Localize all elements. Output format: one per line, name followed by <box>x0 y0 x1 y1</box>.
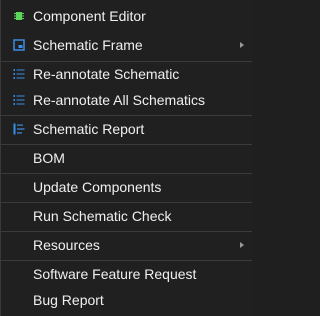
menu-item-label: Re-annotate Schematic <box>33 66 180 82</box>
menu-item-label: Schematic Frame <box>33 37 143 53</box>
frame-icon <box>13 39 25 51</box>
menu-item-label: Software Feature Request <box>33 266 197 282</box>
menu-item-label: Bug Report <box>33 292 104 308</box>
menu-item-reannotate-all-schematics[interactable]: Re-annotate All Schematics <box>1 88 252 112</box>
menu-item-label: Component Editor <box>33 8 146 24</box>
menu-item-label: Re-annotate All Schematics <box>33 92 205 108</box>
context-menu: Component Editor Schematic Frame Re-anno… <box>0 0 252 316</box>
submenu-arrow-icon <box>240 42 244 48</box>
menu-item-label: Update Components <box>33 179 162 195</box>
separator <box>1 231 252 232</box>
report-list-icon <box>13 123 25 135</box>
menu-item-component-editor[interactable]: Component Editor <box>1 4 252 28</box>
numbered-list-icon <box>13 69 25 79</box>
submenu-arrow-icon <box>240 242 244 248</box>
separator <box>1 144 252 145</box>
menu-item-reannotate-schematic[interactable]: Re-annotate Schematic <box>1 62 252 86</box>
menu-item-update-components[interactable]: Update Components <box>1 175 252 199</box>
menu-item-schematic-report[interactable]: Schematic Report <box>1 117 252 141</box>
menu-item-label: Resources <box>33 237 100 253</box>
menu-item-resources[interactable]: Resources <box>1 233 252 257</box>
separator <box>1 115 252 116</box>
numbered-list-icon <box>13 95 25 105</box>
separator <box>1 173 252 174</box>
menu-item-label: Schematic Report <box>33 121 145 137</box>
menu-item-bug-report[interactable]: Bug Report <box>1 288 252 312</box>
menu-item-bom[interactable]: BOM <box>1 146 252 170</box>
menu-item-schematic-frame[interactable]: Schematic Frame <box>1 33 252 57</box>
menu-item-label: BOM <box>33 150 65 166</box>
menu-item-label: Run Schematic Check <box>33 208 172 224</box>
chip-icon <box>14 12 24 20</box>
menu-item-run-schematic-check[interactable]: Run Schematic Check <box>1 204 252 228</box>
separator <box>1 260 252 261</box>
menu-item-software-feature-request[interactable]: Software Feature Request <box>1 262 252 286</box>
separator <box>1 202 252 203</box>
